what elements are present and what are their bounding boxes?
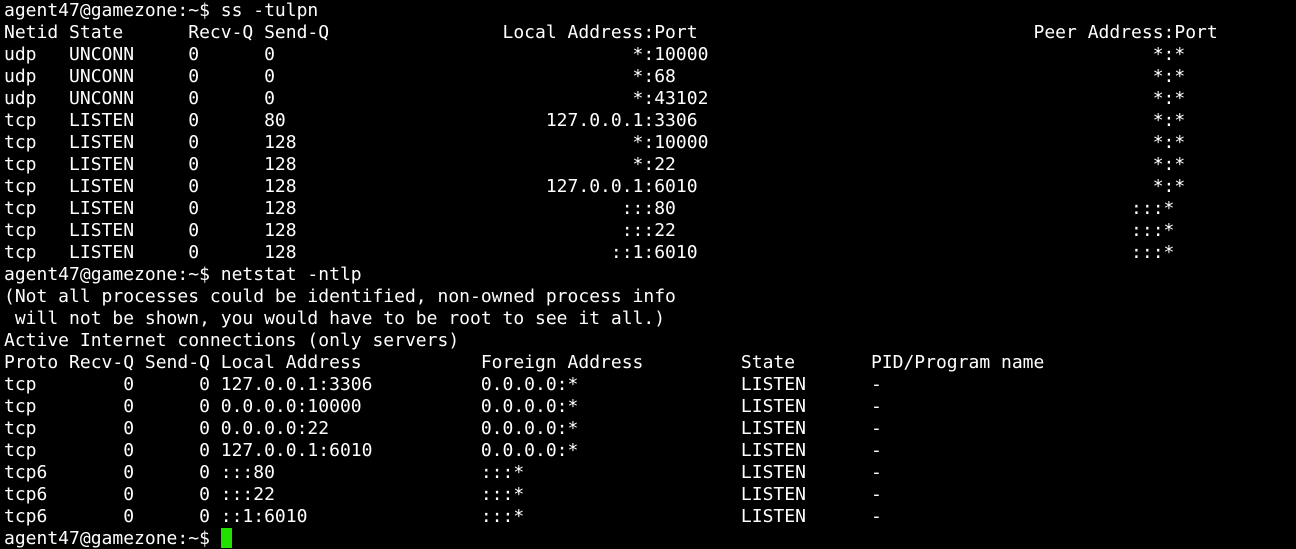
netstat-warning-line: will not be shown, you would have to be … — [4, 308, 666, 329]
ss-row: tcp LISTEN 0 80 127.0.0.1:3306 *:* — [4, 110, 1186, 131]
netstat-row: tcp 0 0 0.0.0.0:22 0.0.0.0:* LISTEN - — [4, 418, 882, 439]
ss-row: tcp LISTEN 0 128 *:22 *:* — [4, 154, 1186, 175]
netstat-row: tcp6 0 0 :::80 :::* LISTEN - — [4, 462, 882, 483]
terminal-window[interactable]: agent47@gamezone:~$ ss -tulpn Netid Stat… — [0, 0, 1296, 549]
text-cursor — [220, 528, 232, 548]
ss-header-row: Netid State Recv-Q Send-Q Local Address:… — [4, 22, 1218, 43]
ss-row: tcp LISTEN 0 128 127.0.0.1:6010 *:* — [4, 176, 1186, 197]
prompt-text: agent47@gamezone:~$ — [4, 528, 221, 549]
netstat-title-line: Active Internet connections (only server… — [4, 330, 460, 351]
prompt-line-netstat: agent47@gamezone:~$ netstat -ntlp — [4, 264, 362, 285]
netstat-row: tcp 0 0 127.0.0.1:6010 0.0.0.0:* LISTEN … — [4, 440, 882, 461]
ss-row: udp UNCONN 0 0 *:43102 *:* — [4, 88, 1186, 109]
prompt-line-ss: agent47@gamezone:~$ ss -tulpn — [4, 0, 319, 21]
ss-row: udp UNCONN 0 0 *:10000 *:* — [4, 44, 1186, 65]
ss-row: udp UNCONN 0 0 *:68 *:* — [4, 66, 1186, 87]
netstat-row: tcp 0 0 127.0.0.1:3306 0.0.0.0:* LISTEN … — [4, 374, 882, 395]
current-prompt-line[interactable]: agent47@gamezone:~$ — [4, 528, 1296, 549]
ss-row: tcp LISTEN 0 128 :::80 :::* — [4, 198, 1175, 219]
netstat-header-row: Proto Recv-Q Send-Q Local Address Foreig… — [4, 352, 1045, 373]
ss-row: tcp LISTEN 0 128 :::22 :::* — [4, 220, 1175, 241]
netstat-row: tcp 0 0 0.0.0.0:10000 0.0.0.0:* LISTEN - — [4, 396, 882, 417]
ss-row: tcp LISTEN 0 128 ::1:6010 :::* — [4, 242, 1175, 263]
netstat-row: tcp6 0 0 :::22 :::* LISTEN - — [4, 484, 882, 505]
netstat-warning-line: (Not all processes could be identified, … — [4, 286, 676, 307]
netstat-row: tcp6 0 0 ::1:6010 :::* LISTEN - — [4, 506, 882, 527]
ss-row: tcp LISTEN 0 128 *:10000 *:* — [4, 132, 1186, 153]
